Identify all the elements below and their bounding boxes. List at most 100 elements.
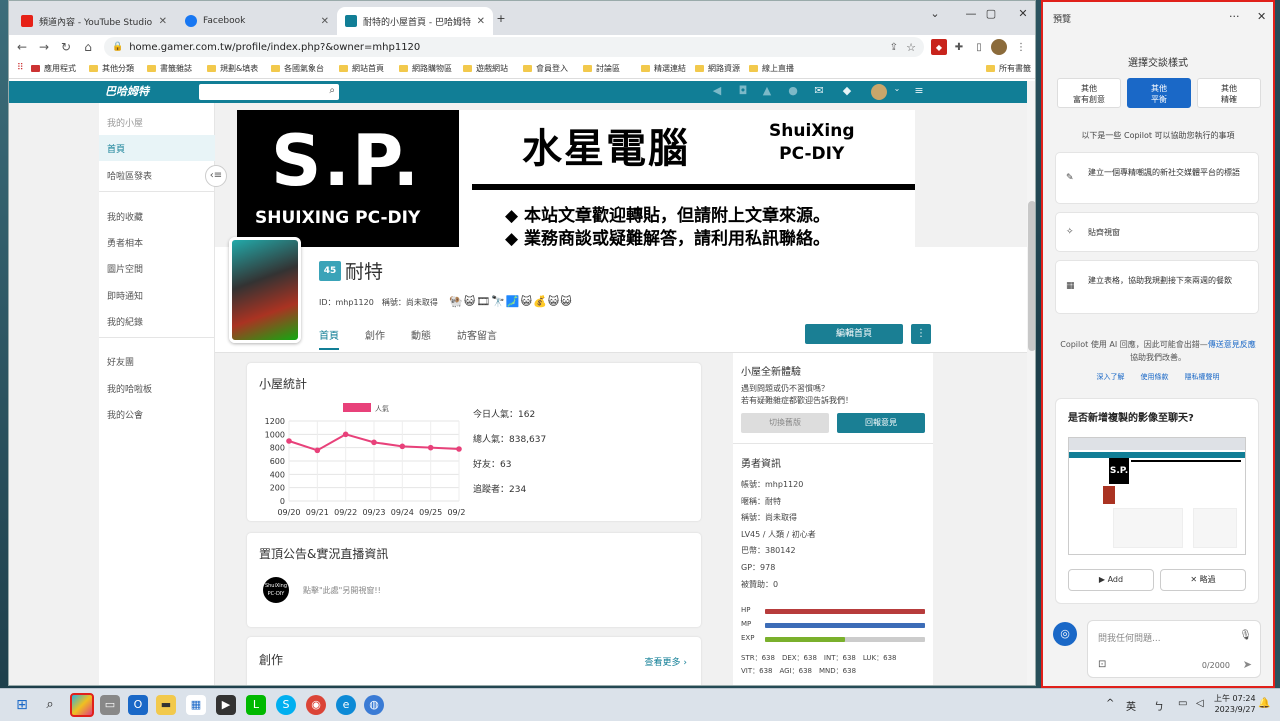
- scrollbar-thumb[interactable]: [1028, 201, 1035, 351]
- switch-old-version-button[interactable]: 切換舊版: [741, 413, 829, 433]
- close-window-button[interactable]: ✕: [1005, 1, 1035, 25]
- nav-my-boards[interactable]: 我的哈啦板: [99, 375, 215, 401]
- nav-image-space[interactable]: 圖片空間: [99, 255, 215, 281]
- extension-shield-icon[interactable]: ◆: [931, 39, 947, 55]
- windows-start-icon[interactable]: ⊞: [12, 695, 32, 715]
- profile-avatar-image[interactable]: [229, 237, 301, 343]
- bookmark-item[interactable]: 其他分類: [89, 63, 134, 74]
- chrome-icon[interactable]: ◉: [306, 695, 326, 715]
- chat-bubble-icon[interactable]: ●: [785, 84, 801, 100]
- announce-link[interactable]: 點擊"此處"另開視窗!!: [303, 585, 381, 596]
- language-indicator[interactable]: 英: [1126, 698, 1136, 713]
- site-logo[interactable]: 巴哈姆特: [105, 83, 149, 99]
- line-icon[interactable]: L: [246, 695, 266, 715]
- works-more-link[interactable]: 查看更多 ›: [645, 655, 687, 668]
- search-icon[interactable]: ⌕: [40, 695, 60, 715]
- microphone-icon[interactable]: 🎙: [1239, 630, 1252, 641]
- reload-icon[interactable]: ↻: [55, 40, 77, 54]
- bookmark-item[interactable]: 網路資源: [695, 63, 740, 74]
- copilot-chat-input[interactable]: 問我任何問題... 🎙 ⊡ 0/2000 ➤: [1087, 620, 1261, 678]
- tone-balanced[interactable]: 其他 平衡: [1127, 78, 1191, 108]
- tray-overflow-icon[interactable]: ^: [1106, 698, 1114, 709]
- forward-arrow-icon[interactable]: →: [33, 40, 55, 54]
- tag-icon[interactable]: ◆: [839, 84, 855, 100]
- bookmark-item[interactable]: 書籤雜誌: [147, 63, 192, 74]
- copilot-close-button[interactable]: ✕: [1257, 10, 1266, 23]
- thumbs-up-icon[interactable]: ▲: [759, 84, 775, 100]
- add-image-button[interactable]: ▶ Add: [1068, 569, 1154, 591]
- tab-works[interactable]: 創作: [365, 327, 385, 348]
- tab-search-button[interactable]: ⌄: [917, 1, 953, 25]
- collapse-nav-button[interactable]: ‹≡: [205, 165, 227, 187]
- profile-avatar[interactable]: [991, 39, 1007, 55]
- browser-menu-icon[interactable]: ⋮: [1013, 39, 1029, 55]
- clock[interactable]: 上午 07:24 2023/9/27: [1214, 693, 1256, 715]
- tab-facebook[interactable]: Facebook ✕: [177, 7, 337, 35]
- home-icon[interactable]: ⌂: [77, 40, 99, 54]
- search-icon[interactable]: ⌕: [329, 85, 335, 96]
- skype-icon[interactable]: S: [276, 695, 296, 715]
- screenshot-capture-icon[interactable]: ⊡: [1098, 659, 1106, 670]
- sound-icon[interactable]: ◀: [709, 84, 725, 100]
- page-scrollbar[interactable]: [1027, 81, 1035, 685]
- tab-activity[interactable]: 動態: [411, 327, 431, 348]
- tone-creative[interactable]: 其他 富有創意: [1057, 78, 1121, 108]
- back-arrow-icon[interactable]: ←: [11, 40, 33, 54]
- feedback-link[interactable]: 傳送意見反應: [1208, 340, 1256, 349]
- bookmark-item[interactable]: 規劃&填表: [207, 63, 258, 74]
- notification-bell-icon[interactable]: 🔔: [1258, 698, 1270, 709]
- achievement-badges[interactable]: 🐏😺🎞🔭🗾😺💰😺😺: [449, 295, 573, 308]
- tab-guestbook[interactable]: 訪客留言: [457, 327, 497, 348]
- nav-notifications[interactable]: 即時通知: [99, 282, 215, 308]
- all-bookmarks[interactable]: 所有書籤: [986, 63, 1031, 74]
- more-options-button[interactable]: ⋮: [911, 324, 931, 344]
- bookmark-item[interactable]: 線上直播: [749, 63, 794, 74]
- network-icon[interactable]: ▭: [1178, 698, 1187, 709]
- bookmark-item[interactable]: 網路購物區: [399, 63, 452, 74]
- user-avatar[interactable]: [871, 84, 887, 100]
- rss-icon[interactable]: ◘: [735, 84, 751, 100]
- skip-image-button[interactable]: ✕ 略過: [1160, 569, 1246, 591]
- task-view-icon[interactable]: ▭: [100, 695, 120, 715]
- suggestion-snap[interactable]: ✧ 貼齊視窗: [1055, 212, 1259, 252]
- chevron-down-icon[interactable]: ⌄: [889, 84, 905, 100]
- nav-friend-groups[interactable]: 好友團: [99, 348, 215, 374]
- learn-more-link[interactable]: 深入了解: [1097, 373, 1125, 381]
- volume-icon[interactable]: ◁: [1196, 698, 1204, 709]
- bookmark-item[interactable]: 網站首頁: [339, 63, 384, 74]
- new-tab-button[interactable]: +: [489, 6, 513, 30]
- nav-favorites[interactable]: 我的收藏: [99, 203, 215, 229]
- nav-forum-posts[interactable]: 哈啦區發表: [99, 162, 215, 188]
- store-icon[interactable]: ▦: [186, 695, 206, 715]
- close-tab-icon[interactable]: ✕: [477, 16, 485, 27]
- outlook-icon[interactable]: O: [128, 695, 148, 715]
- close-tab-icon[interactable]: ✕: [321, 16, 329, 27]
- edit-homepage-button[interactable]: 編輯首頁: [805, 324, 903, 344]
- nav-records[interactable]: 我的紀錄: [99, 308, 215, 334]
- side-panel-icon[interactable]: ▯: [971, 39, 987, 55]
- send-icon[interactable]: ➤: [1243, 658, 1252, 671]
- url-field[interactable]: 🔒 home.gamer.com.tw/profile/index.php?&o…: [104, 37, 924, 57]
- nav-album[interactable]: 勇者相本: [99, 229, 215, 255]
- bookmark-item[interactable]: 應用程式: [31, 63, 76, 74]
- maximize-button[interactable]: ▢: [973, 1, 1009, 25]
- nav-my-home[interactable]: 我的小屋: [99, 109, 215, 135]
- mail-icon[interactable]: ✉: [811, 84, 827, 100]
- apps-grid-icon[interactable]: ⠿: [17, 63, 24, 73]
- nav-my-guilds[interactable]: 我的公會: [99, 401, 215, 427]
- bookmark-item[interactable]: 會員登入: [523, 63, 568, 74]
- copilot-taskbar-icon[interactable]: [70, 693, 94, 717]
- share-icon[interactable]: ⇪: [890, 42, 898, 53]
- copilot-more-button[interactable]: ···: [1229, 10, 1240, 23]
- privacy-link[interactable]: 隱私權聲明: [1185, 373, 1220, 381]
- terms-link[interactable]: 使用條款: [1141, 373, 1169, 381]
- tab-home[interactable]: 首頁: [319, 327, 339, 350]
- media-player-icon[interactable]: ▶: [216, 695, 236, 715]
- edge-icon[interactable]: e: [336, 695, 356, 715]
- feedback-button[interactable]: 回報意見: [837, 413, 925, 433]
- bookmark-item[interactable]: 各國氣象台: [271, 63, 324, 74]
- site-search-input[interactable]: ⌕: [199, 84, 339, 100]
- hamburger-menu-icon[interactable]: ≡: [911, 84, 927, 100]
- new-topic-icon[interactable]: ◎: [1053, 622, 1077, 646]
- close-tab-icon[interactable]: ✕: [159, 16, 167, 27]
